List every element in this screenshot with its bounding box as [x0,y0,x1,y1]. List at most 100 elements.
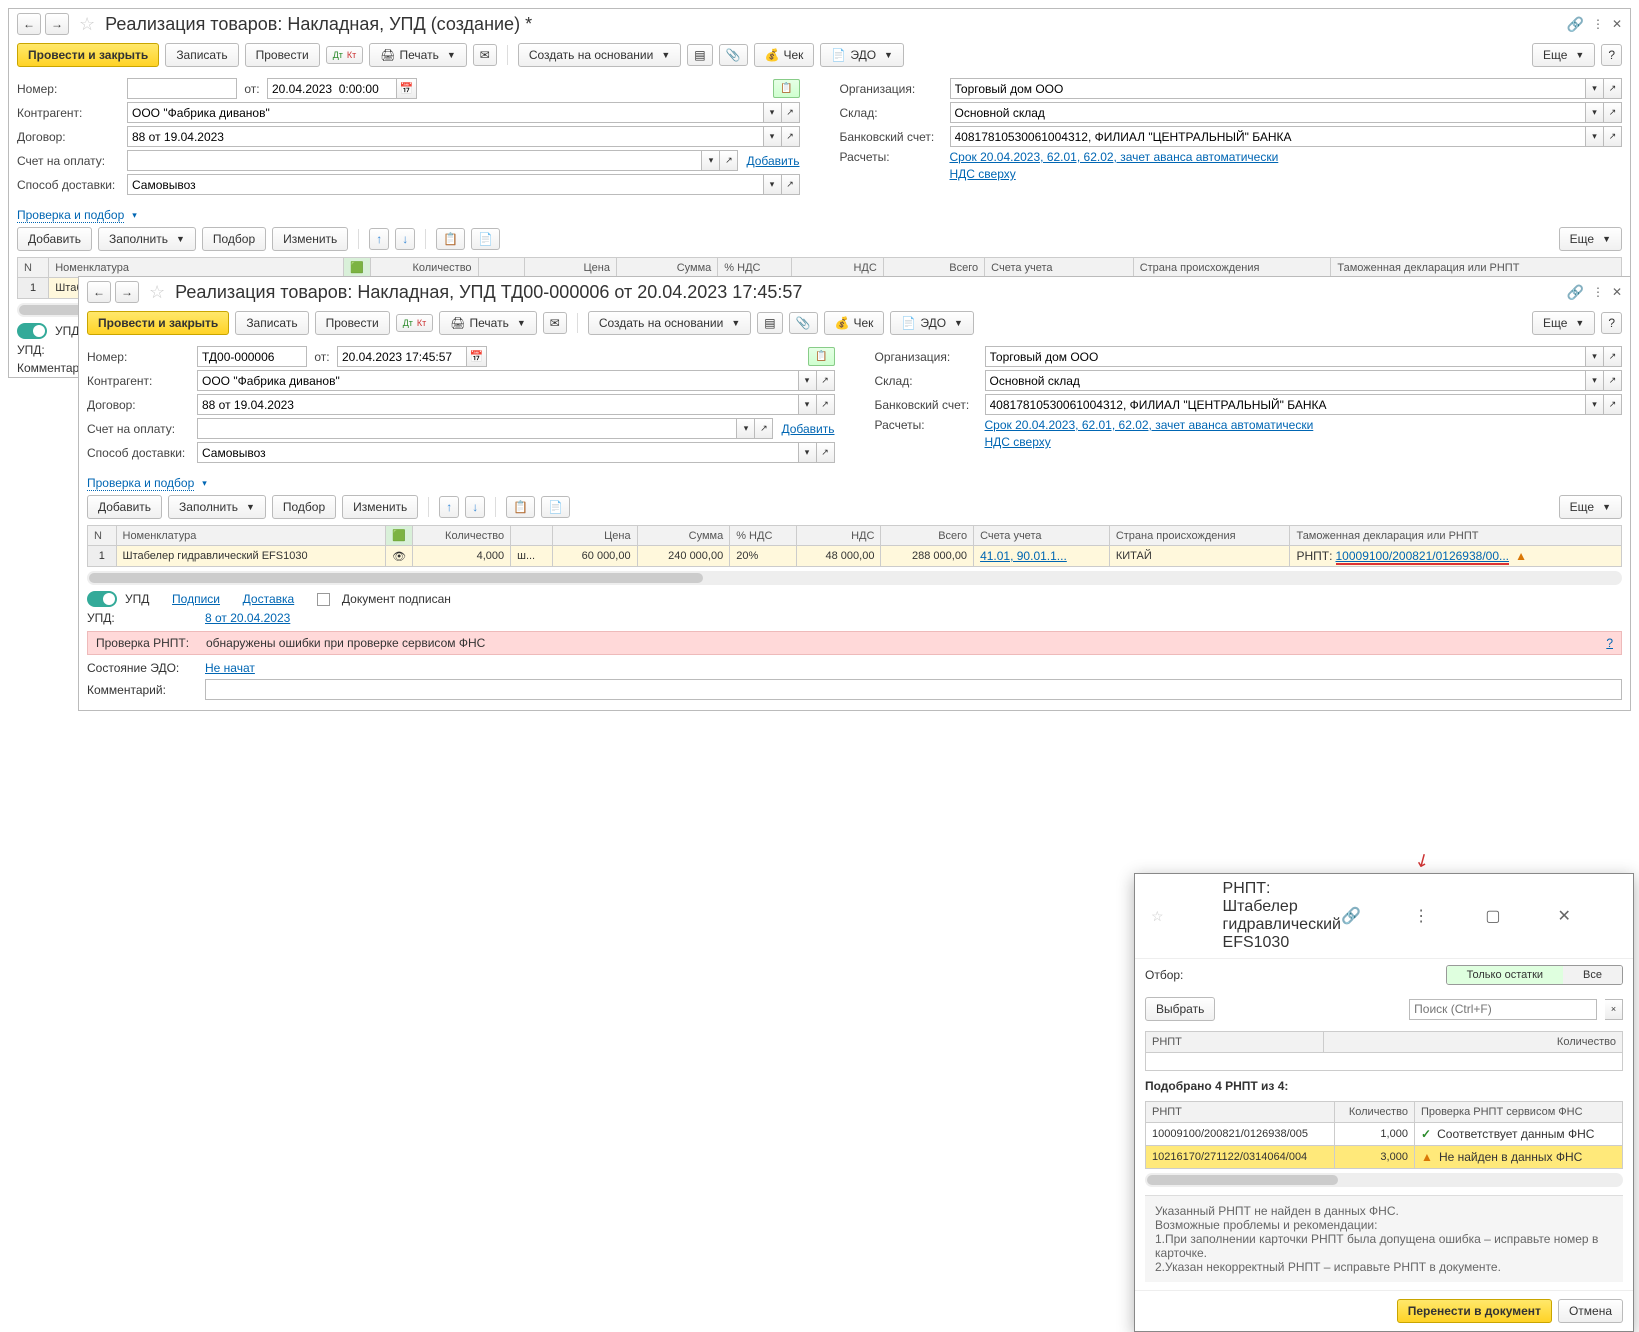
number-input[interactable] [197,346,307,367]
dropdown-icon[interactable]: ▾ [764,102,782,123]
close-icon[interactable]: ✕ [1558,906,1624,926]
more-button[interactable]: Еще▼ [1532,43,1595,67]
upd-toggle[interactable] [87,591,117,607]
dropdown-icon[interactable]: ▾ [1586,102,1604,123]
transfer-button[interactable]: Перенести в документ [1397,1299,1552,1323]
fill-button[interactable]: Заполнить▼ [98,227,196,251]
upd-doc-link[interactable]: 8 от 20.04.2023 [205,611,290,625]
edo-button[interactable]: 📄 ЭДО▼ [890,311,974,335]
settlements-link[interactable]: Срок 20.04.2023, 62.01, 62.02, зачет ава… [985,418,1314,432]
print-button[interactable]: 🖨 Печать▼ [369,43,466,67]
move-down-button[interactable]: ↓ [465,496,485,518]
open-icon[interactable]: ↗ [1604,78,1622,99]
choose-button[interactable]: Выбрать [1145,997,1215,1021]
delivery-input[interactable] [197,442,799,463]
attach-button[interactable]: 📎 [789,312,818,334]
org-input[interactable] [950,78,1587,99]
help-button[interactable]: ? [1601,44,1622,66]
create-based-button[interactable]: Создать на основании▼ [588,311,751,335]
open-icon[interactable]: ↗ [720,150,738,171]
move-up-button[interactable]: ↑ [369,228,389,250]
invoice-input[interactable] [127,150,702,171]
table-more-button[interactable]: Еще▼ [1559,227,1622,251]
bank-input[interactable] [985,394,1587,415]
check-selection-link[interactable]: Проверка и подбор [87,476,194,491]
open-icon[interactable]: ↗ [1604,126,1622,147]
date-input[interactable] [267,78,397,99]
number-input[interactable] [127,78,237,99]
post-close-button[interactable]: Провести и закрыть [17,43,159,67]
open-icon[interactable]: ↗ [1604,102,1622,123]
email-button[interactable]: ✉ [543,312,567,334]
error-details-icon[interactable]: ? [1606,636,1613,650]
table-row[interactable]: 10009100/200821/0126938/005 1,000 ✓ Соот… [1146,1123,1623,1146]
kebab-icon[interactable]: ⋮ [1592,285,1604,299]
help-button[interactable]: ? [1601,312,1622,334]
seg-all[interactable]: Все [1563,966,1622,984]
kebab-icon[interactable]: ⋮ [1592,17,1604,31]
files-button[interactable]: ▤ [757,312,782,334]
calendar-icon[interactable]: 📅 [467,346,487,367]
forward-button[interactable]: → [115,281,139,303]
save-button[interactable]: Записать [165,43,238,67]
kebab-icon[interactable]: ⋮ [1413,906,1479,926]
check-button[interactable]: 💰 Чек [824,311,885,335]
move-down-button[interactable]: ↓ [395,228,415,250]
warehouse-input[interactable] [985,370,1587,391]
table-row[interactable]: 10216170/271122/0314064/004 3,000 ▲ Не н… [1146,1146,1623,1169]
dtkt-button[interactable]: ДтКт [396,314,434,332]
create-based-button[interactable]: Создать на основании▼ [518,43,681,67]
upd-toggle[interactable] [17,323,47,339]
dropdown-icon[interactable]: ▾ [702,150,720,171]
link-icon[interactable]: 🔗 [1567,16,1584,33]
bank-input[interactable] [950,126,1587,147]
contract-input[interactable] [197,394,799,415]
dropdown-icon[interactable]: ▾ [1586,126,1604,147]
dropdown-icon[interactable]: ▾ [764,174,782,195]
favorite-icon[interactable]: ☆ [79,14,95,35]
post-button[interactable]: Провести [315,311,390,335]
counterparty-input[interactable] [197,370,799,391]
calendar-icon[interactable]: 📅 [397,78,417,99]
dropdown-icon[interactable]: ▾ [1586,78,1604,99]
vat-link[interactable]: НДС сверху [950,167,1016,181]
open-icon[interactable]: ↗ [782,174,800,195]
hscrollbar[interactable] [87,571,1622,585]
paste-button[interactable]: 📄 [471,228,500,250]
check-selection-link[interactable]: Проверка и подбор [17,208,124,223]
dtkt-button[interactable]: ДтКт [326,46,364,64]
signed-checkbox[interactable] [317,593,330,606]
search-input[interactable] [1409,999,1597,1020]
contract-input[interactable] [127,126,764,147]
save-button[interactable]: Записать [235,311,308,335]
delivery-link[interactable]: Доставка [243,592,295,606]
table-row[interactable]: 1 Штабелер гидравлический EFS1030 👁 4,00… [88,546,1622,567]
delivery-input[interactable] [127,174,764,195]
link-icon[interactable]: 🔗 [1341,906,1407,926]
back-button[interactable]: ← [17,13,41,35]
select-button[interactable]: Подбор [202,227,266,251]
vat-link[interactable]: НДС сверху [985,435,1051,449]
warehouse-input[interactable] [950,102,1587,123]
post-button[interactable]: Провести [245,43,320,67]
add-button[interactable]: Добавить [17,227,92,251]
forward-button[interactable]: → [45,13,69,35]
add-button[interactable]: Добавить [87,495,162,519]
fill-button[interactable]: Заполнить▼ [168,495,266,519]
post-close-button[interactable]: Провести и закрыть [87,311,229,335]
cancel-button[interactable]: Отмена [1558,1299,1623,1323]
copy-button[interactable]: 📋 [436,228,465,250]
move-up-button[interactable]: ↑ [439,496,459,518]
edo-state-link[interactable]: Не начат [205,661,255,675]
attach-button[interactable]: 📎 [719,44,748,66]
print-button[interactable]: 🖨 Печать▼ [439,311,536,335]
back-button[interactable]: ← [87,281,111,303]
date-input[interactable] [337,346,467,367]
favorite-icon[interactable]: ☆ [149,282,165,303]
counterparty-input[interactable] [127,102,764,123]
more-button[interactable]: Еще▼ [1532,311,1595,335]
dropdown-icon[interactable]: ▾ [764,126,782,147]
edo-button[interactable]: 📄 ЭДО▼ [820,43,904,67]
close-icon[interactable]: ✕ [1612,17,1622,31]
paste-button[interactable]: 📄 [541,496,570,518]
